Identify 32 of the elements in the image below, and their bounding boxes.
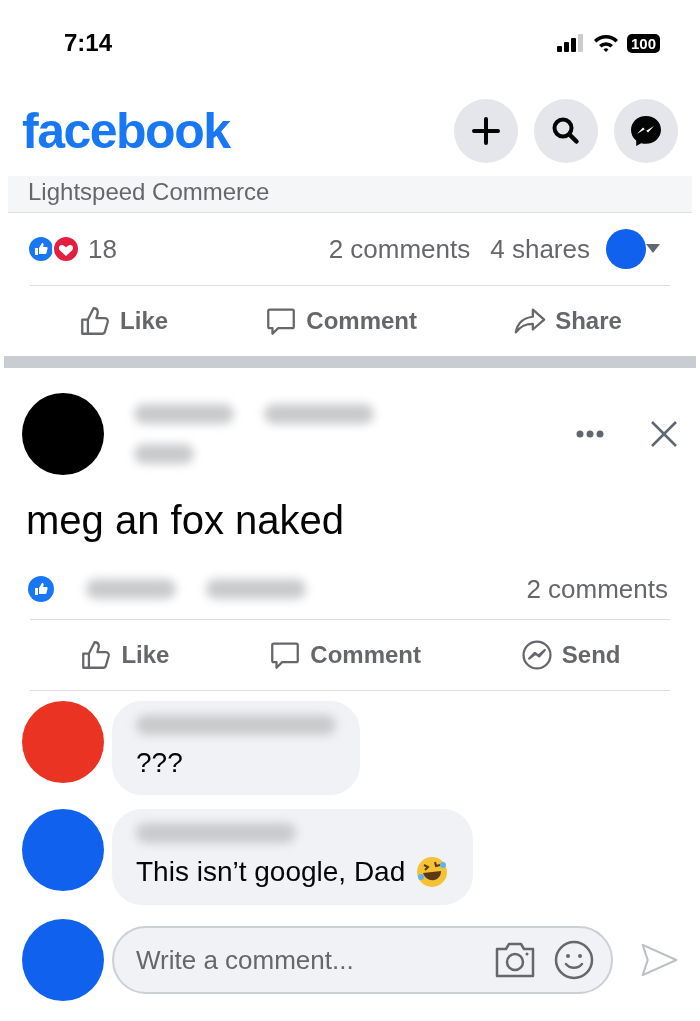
camera-icon[interactable] xyxy=(493,940,537,980)
link-source: Lightspeed Commerce xyxy=(28,178,270,205)
link-preview[interactable]: Lightspeed Commerce xyxy=(8,176,692,213)
comment-text: This isn’t google, Dad xyxy=(136,856,406,888)
wifi-icon xyxy=(592,33,619,53)
reaction-count[interactable]: 18 xyxy=(88,233,117,265)
comment-count[interactable]: 2 comments xyxy=(328,233,471,265)
app-logo[interactable]: facebook xyxy=(22,102,230,160)
emoji-icon[interactable] xyxy=(553,939,595,981)
close-icon[interactable] xyxy=(650,420,678,448)
share-button[interactable]: Share xyxy=(505,300,630,342)
comment-count[interactable]: 2 comments xyxy=(526,573,668,605)
share-count[interactable]: 4 shares xyxy=(490,233,590,265)
clock-time: 7:14 xyxy=(64,29,113,57)
redacted-date xyxy=(134,444,194,464)
messenger-icon xyxy=(519,638,554,672)
send-button[interactable]: Send xyxy=(511,634,629,676)
comment-button[interactable]: Comment xyxy=(256,300,425,342)
search-icon xyxy=(550,115,582,147)
like-button[interactable]: Like xyxy=(70,300,177,342)
plus-icon xyxy=(470,115,502,147)
comment-field[interactable]: Write a comment... xyxy=(112,926,613,994)
like-button[interactable]: Like xyxy=(71,634,178,676)
caret-icon[interactable] xyxy=(646,244,660,254)
comment-button[interactable]: Comment xyxy=(260,634,429,676)
post-text: meg an fox naked xyxy=(25,497,345,544)
messenger-icon xyxy=(628,113,664,149)
more-options-icon[interactable] xyxy=(576,430,604,438)
like-reaction-icon xyxy=(26,574,56,604)
signal-icon xyxy=(556,34,585,52)
battery-level: 100 xyxy=(626,33,660,53)
comment-text: ??? xyxy=(136,747,183,779)
